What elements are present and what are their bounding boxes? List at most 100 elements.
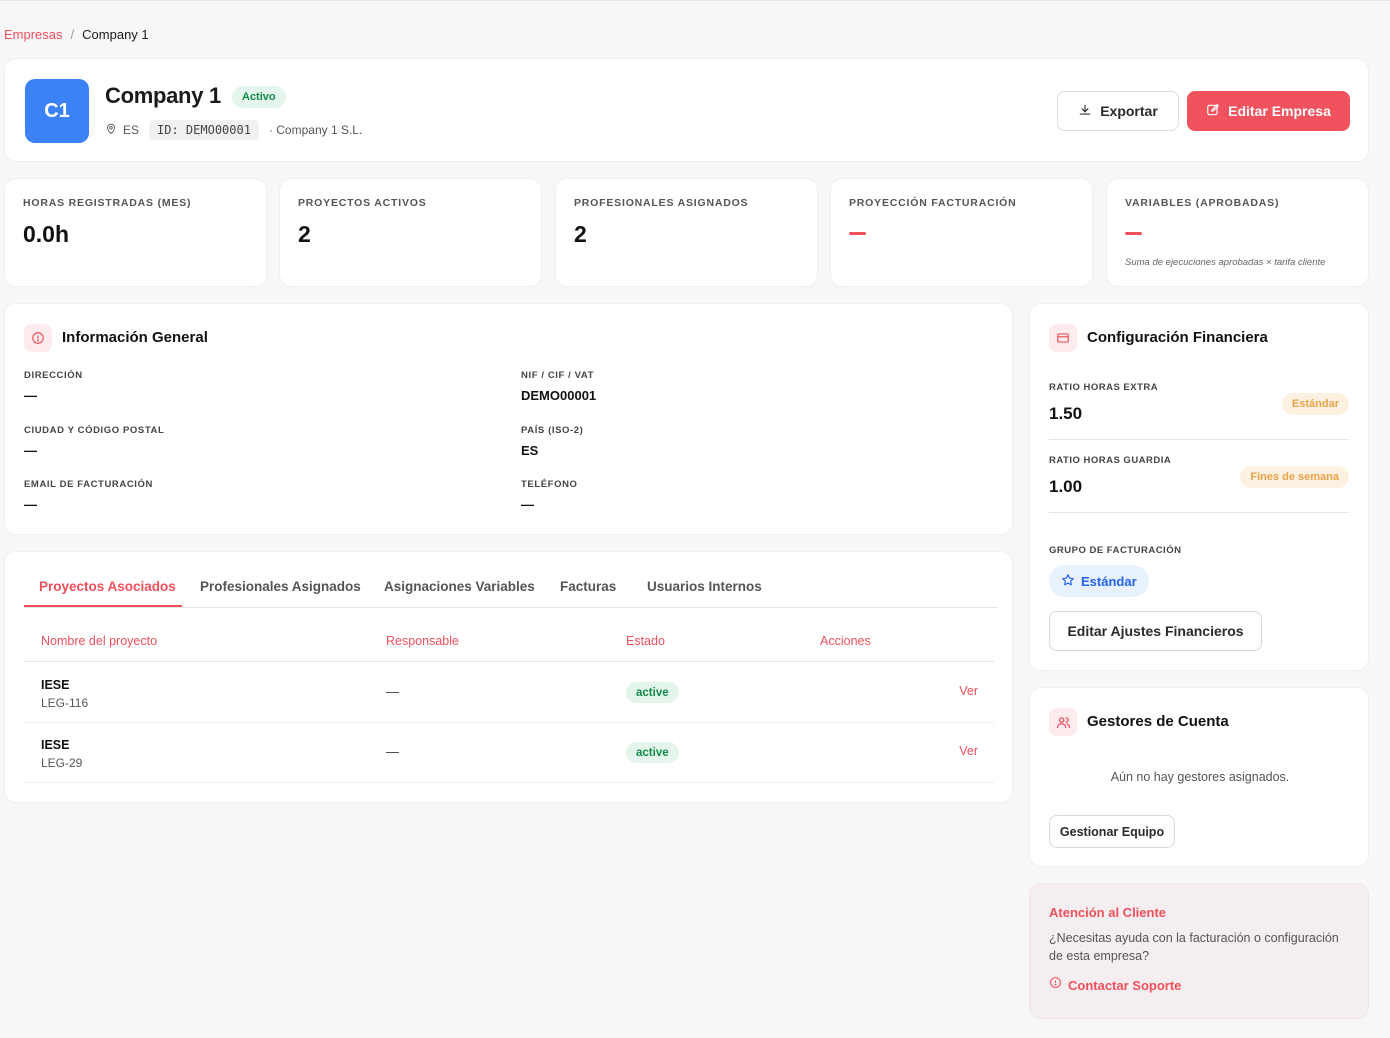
- breadcrumb-current: Company 1: [82, 27, 149, 42]
- page-title: Company 1: [105, 83, 221, 108]
- company-meta: ES ID: DEMO00001 · Company 1 S.L.: [105, 120, 362, 140]
- field-value-direccion: —: [24, 388, 37, 403]
- status-badge: Activo: [232, 86, 286, 108]
- export-button[interactable]: Exportar: [1057, 91, 1179, 131]
- table-header-acciones: Acciones: [820, 634, 871, 648]
- company-avatar: C1: [25, 79, 89, 143]
- stat-label: PROYECTOS ACTIVOS: [298, 197, 427, 209]
- field-value-telefono: —: [521, 497, 534, 512]
- table-row: IESE LEG-116 — active Ver: [24, 663, 994, 723]
- tab-usuarios-internos[interactable]: Usuarios Internos: [647, 579, 762, 594]
- project-responsable: —: [386, 684, 399, 699]
- stat-label: VARIABLES (APROBADAS): [1125, 197, 1280, 209]
- users-icon: [1049, 708, 1077, 736]
- edit-button-label: Editar Empresa: [1228, 103, 1331, 119]
- stat-card-variables: VARIABLES (APROBADAS) Suma de ejecucione…: [1106, 178, 1369, 287]
- project-status-badge: active: [626, 682, 679, 703]
- stat-card-horas: HORAS REGISTRADAS (MES) 0.0h: [4, 178, 267, 287]
- support-text: ¿Necesitas ayuda con la facturación o co…: [1049, 931, 1339, 963]
- finance-config-card: Configuración Financiera RATIO HORAS EXT…: [1029, 303, 1369, 671]
- section-title: Gestores de Cuenta: [1087, 713, 1229, 730]
- field-label-email: EMAIL DE FACTURACIÓN: [24, 479, 153, 490]
- section-title: Configuración Financiera: [1087, 329, 1268, 346]
- field-value-pais: ES: [521, 443, 539, 458]
- company-legal-name: · Company 1 S.L.: [268, 123, 363, 137]
- field-value-ciudad: —: [24, 443, 37, 458]
- section-title: Información General: [62, 329, 208, 346]
- tabs-card: Proyectos Asociados Profesionales Asigna…: [4, 551, 1013, 803]
- stat-card-profesionales: PROFESIONALES ASIGNADOS 2: [555, 178, 818, 287]
- star-icon: [1061, 573, 1075, 590]
- contact-support-link[interactable]: Contactar Soporte: [1049, 976, 1181, 994]
- manage-team-button[interactable]: Gestionar Equipo: [1049, 815, 1175, 848]
- field-label-ciudad: CIUDAD Y CÓDIGO POSTAL: [24, 425, 165, 436]
- ratio-guardia-badge: Fines de semana: [1240, 466, 1349, 488]
- table-header-divider: [24, 661, 994, 662]
- project-code: LEG-29: [41, 756, 83, 770]
- view-project-link[interactable]: Ver: [959, 684, 978, 698]
- field-label-pais: PAÍS (ISO-2): [521, 425, 584, 436]
- stat-value: 2: [574, 221, 587, 247]
- empty-value-dash: [849, 232, 866, 235]
- breadcrumb-link-empresas[interactable]: Empresas: [4, 27, 63, 42]
- project-status-badge: active: [626, 742, 679, 763]
- info-icon: [1049, 976, 1062, 994]
- field-label-telefono: TELÉFONO: [521, 479, 578, 490]
- info-general-card: Información General DIRECCIÓN — CIUDAD Y…: [4, 303, 1013, 535]
- breadcrumb: Empresas / Company 1: [4, 27, 149, 42]
- table-row: IESE LEG-29 — active Ver: [24, 723, 994, 783]
- ratio-guardia-label: RATIO HORAS GUARDIA: [1049, 455, 1172, 466]
- stat-card-proyectos: PROYECTOS ACTIVOS 2: [279, 178, 542, 287]
- company-id-chip: ID: DEMO00001: [149, 120, 259, 140]
- grupo-label: GRUPO DE FACTURACIÓN: [1049, 545, 1182, 556]
- field-label-nif: NIF / CIF / VAT: [521, 370, 595, 381]
- download-icon: [1078, 103, 1092, 120]
- info-icon: [24, 324, 52, 352]
- tab-asignaciones-variables[interactable]: Asignaciones Variables: [384, 579, 535, 594]
- project-code: LEG-116: [41, 696, 89, 710]
- tab-proyectos-asociados[interactable]: Proyectos Asociados: [39, 579, 176, 594]
- edit-company-button[interactable]: Editar Empresa: [1187, 91, 1350, 131]
- ratio-extra-value: 1.50: [1049, 404, 1083, 423]
- project-responsable: —: [386, 744, 399, 759]
- billing-group-value: Estándar: [1081, 573, 1137, 589]
- table-header-estado: Estado: [626, 634, 665, 648]
- company-country: ES: [123, 123, 140, 137]
- field-label-direccion: DIRECCIÓN: [24, 370, 83, 381]
- billing-group-chip: Estándar: [1049, 565, 1149, 597]
- support-card: Atención al Cliente ¿Necesitas ayuda con…: [1029, 883, 1369, 1019]
- project-name: IESE: [41, 678, 70, 692]
- support-title: Atención al Cliente: [1049, 905, 1167, 920]
- stat-label: HORAS REGISTRADAS (MES): [23, 197, 192, 209]
- edit-icon: [1206, 103, 1220, 120]
- ratio-guardia-value: 1.00: [1049, 477, 1083, 496]
- tab-facturas[interactable]: Facturas: [560, 579, 616, 594]
- edit-financial-settings-button[interactable]: Editar Ajustes Financieros: [1049, 611, 1262, 651]
- account-managers-card: Gestores de Cuenta Aún no hay gestores a…: [1029, 687, 1369, 867]
- contact-support-label: Contactar Soporte: [1068, 977, 1182, 993]
- stat-label: PROYECCIÓN FACTURACIÓN: [849, 197, 1017, 209]
- empty-state-text: Aún no hay gestores asignados.: [1110, 770, 1290, 784]
- empty-value-dash: [1125, 232, 1142, 235]
- table-header-responsable: Responsable: [386, 634, 459, 648]
- stat-card-proyeccion: PROYECCIÓN FACTURACIÓN: [830, 178, 1093, 287]
- credit-card-icon: [1049, 324, 1077, 352]
- stat-value: 2: [298, 221, 311, 247]
- stat-value: 0.0h: [23, 221, 70, 247]
- tab-divider: [24, 607, 998, 608]
- divider: [1049, 439, 1349, 440]
- field-value-nif: DEMO00001: [521, 388, 597, 403]
- ratio-extra-badge: Estándar: [1281, 393, 1349, 415]
- export-button-label: Exportar: [1100, 103, 1158, 119]
- tab-profesionales-asignados[interactable]: Profesionales Asignados: [200, 579, 361, 594]
- field-value-email: —: [24, 497, 37, 512]
- stat-label: PROFESIONALES ASIGNADOS: [574, 197, 749, 209]
- view-project-link[interactable]: Ver: [959, 744, 978, 758]
- breadcrumb-separator: /: [70, 27, 75, 42]
- company-header-card: C1 Company 1 Activo ES ID: DEMO00001 · C…: [4, 58, 1369, 162]
- active-tab-indicator: [24, 605, 182, 607]
- stat-note: Suma de ejecuciones aprobadas × tarifa c…: [1125, 257, 1326, 268]
- table-header-nombre: Nombre del proyecto: [41, 634, 158, 648]
- divider: [1049, 512, 1349, 513]
- map-pin-icon: [105, 123, 117, 138]
